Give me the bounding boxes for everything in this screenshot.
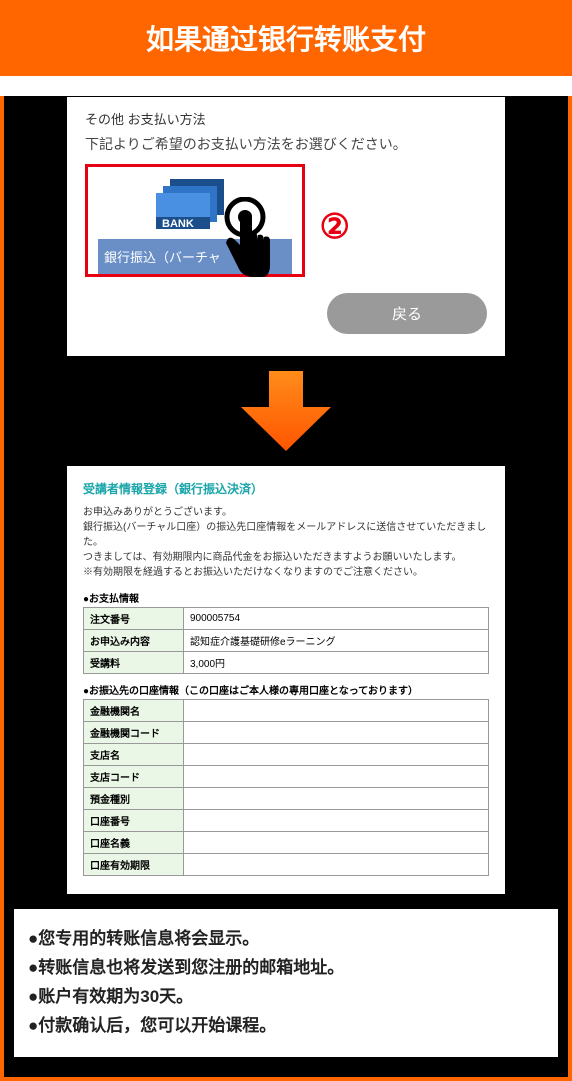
cell-label: 預金種別 (84, 788, 184, 810)
page-header: 如果通过银行转账支付 (0, 0, 572, 76)
cell-label: お申込み内容 (84, 630, 184, 652)
payment-method-panel: その他 お支払い方法 下記よりご希望のお支払い方法をお選びください。 BANK … (66, 96, 506, 357)
cell-label: 受講料 (84, 652, 184, 674)
cell-value: 3,000円 (184, 652, 489, 674)
table-row: 支店コード (84, 766, 489, 788)
bank-icon-label: BANK (162, 218, 194, 230)
table-row: 金融機関名 (84, 700, 489, 722)
cell-value (184, 766, 489, 788)
step-marker-2: ② (320, 207, 350, 247)
table-row: 口座名義 (84, 832, 489, 854)
back-button[interactable]: 戻る (327, 293, 487, 334)
cell-value (184, 744, 489, 766)
cell-label: 口座番号 (84, 810, 184, 832)
panel1-title: その他 お支払い方法 (85, 109, 487, 128)
table-row: 金融機関コード (84, 722, 489, 744)
cell-value (184, 854, 489, 876)
bullet-item: ●账户有效期为30天。 (28, 983, 544, 1012)
panel2-title: 受講者情報登録（銀行振込決済） (83, 480, 489, 497)
down-arrow-icon (4, 371, 568, 451)
cell-label: 支店名 (84, 744, 184, 766)
cell-label: 金融機関コード (84, 722, 184, 744)
msg-line: お申込みありがとうございます。 (83, 505, 489, 520)
cell-label: 支店コード (84, 766, 184, 788)
payment-info-table: 注文番号900005754 お申込み内容認知症介護基礎研修eラーニング 受講料3… (83, 607, 489, 674)
table-row: 口座有効期限 (84, 854, 489, 876)
cell-value (184, 722, 489, 744)
cell-label: 口座有効期限 (84, 854, 184, 876)
table-row: 受講料3,000円 (84, 652, 489, 674)
cell-value (184, 700, 489, 722)
bullet-item: ●您专用的转账信息将会显示。 (28, 925, 544, 954)
account-info-table: 金融機関名 金融機関コード 支店名 支店コード 預金種別 口座番号 口座名義 口… (83, 699, 489, 876)
registration-panel: 受講者情報登録（銀行振込決済） お申込みありがとうございます。 銀行振込(バーチ… (66, 465, 506, 895)
cell-value: 認知症介護基礎研修eラーニング (184, 630, 489, 652)
cell-value (184, 788, 489, 810)
section2-head: ●お振込先の口座情報（この口座はご本人様の専用口座となっております） (83, 682, 489, 697)
table-row: 注文番号900005754 (84, 608, 489, 630)
cell-value (184, 810, 489, 832)
panel2-message: お申込みありがとうございます。 銀行振込(バーチャル口座）の振込先口座情報をメー… (83, 505, 489, 580)
table-row: 支店名 (84, 744, 489, 766)
cell-value: 900005754 (184, 608, 489, 630)
bullet-item: ●转账信息也将发送到您注册的邮箱地址。 (28, 954, 544, 983)
cell-label: 口座名義 (84, 832, 184, 854)
cell-label: 注文番号 (84, 608, 184, 630)
msg-line: 銀行振込(バーチャル口座）の振込先口座情報をメールアドレスに送信させていただきま… (83, 520, 489, 550)
bullet-notes: ●您专用的转账信息将会显示。 ●转账信息也将发送到您注册的邮箱地址。 ●账户有效… (14, 909, 558, 1057)
tap-hand-icon (210, 197, 280, 284)
table-row: お申込み内容認知症介護基礎研修eラーニング (84, 630, 489, 652)
table-row: 口座番号 (84, 810, 489, 832)
msg-line: つきましては、有効期限内に商品代金をお振込いただきますようお願いいたします。 (83, 550, 489, 565)
table-row: 預金種別 (84, 788, 489, 810)
section1-head: ●お支払情報 (83, 590, 489, 605)
bank-transfer-option[interactable]: BANK 銀行振込（バーチャ ② (85, 164, 305, 277)
panel1-desc: 下記よりご希望のお支払い方法をお選びください。 (85, 134, 487, 154)
cell-label: 金融機関名 (84, 700, 184, 722)
bullet-item: ●付款确认后，您可以开始课程。 (28, 1012, 544, 1041)
cell-value (184, 832, 489, 854)
msg-line: ※有効期限を経過するとお振込いただけなくなりますのでご注意ください。 (83, 565, 489, 580)
